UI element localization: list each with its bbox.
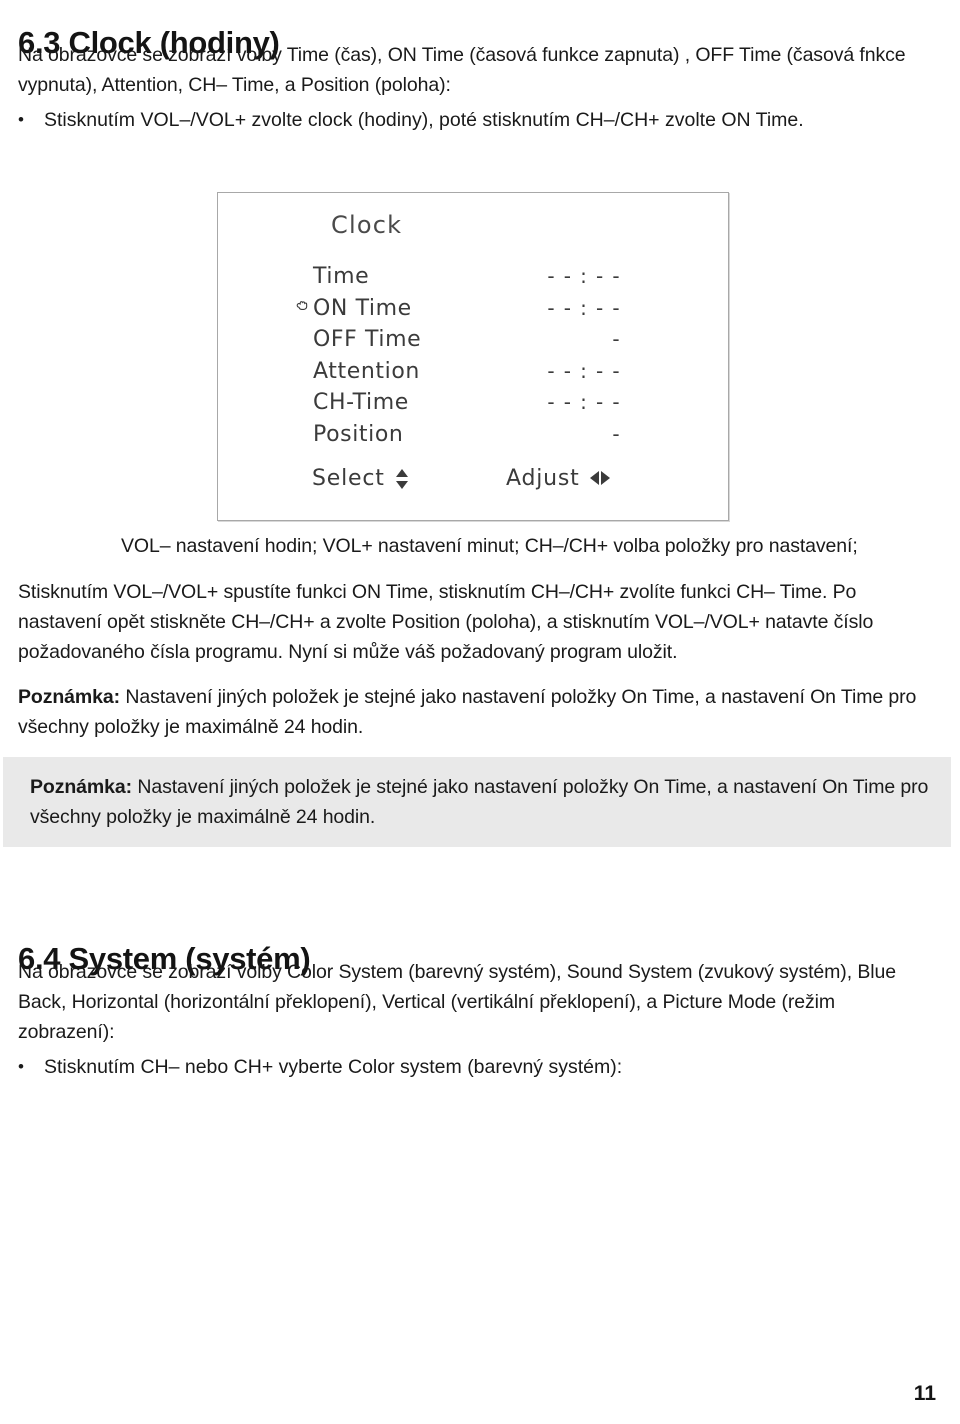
osd-row-on-time[interactable]: ON Time - - : - - [218,293,728,325]
osd-caption-text: VOL– nastavení hodin; VOL+ nastavení min… [121,535,858,557]
section-6-3-intro-text: Na obrazovce se zobrazí volby Time (čas)… [18,44,906,96]
osd-value-ch-time: - - : - - [547,390,621,414]
osd-select-label: Select [312,466,385,491]
osd-label-time: Time [313,264,370,289]
up-down-arrows-icon [394,468,411,490]
osd-menu-list: Time - - : - - ON Time - - : - - OFF Tim… [218,261,728,450]
section-6-3-paragraph: Stisknutím VOL–/VOL+ spustíte funkci ON … [18,581,874,663]
osd-row-attention[interactable]: Attention - - : - - [218,356,728,388]
osd-row-off-time[interactable]: OFF Time - [218,324,728,356]
osd-label-on-time: ON Time [313,295,412,321]
osd-row-position[interactable]: Position - [218,419,728,451]
note-1-label: Poznámka: [18,686,121,708]
section-6-3-bullet-item: • Stisknutím VOL–/VOL+ zvolte clock (hod… [18,105,918,135]
note-2-text: Nastavení jiných položek je stejné jako … [30,776,929,828]
osd-label-attention: Attention [313,358,420,384]
osd-footer-hints: Select Adjust [218,466,728,496]
note-1-text: Nastavení jiných položek je stejné jako … [18,686,917,738]
note-2-label: Poznámka: [30,776,133,798]
osd-adjust-hint: Adjust [506,466,611,491]
osd-row-ch-time[interactable]: CH-Time - - : - - [218,387,728,419]
bullet-glyph: • [18,110,24,129]
pointer-hand-icon [295,298,311,314]
page-number: 11 [913,1382,936,1405]
osd-label-position: Position [313,421,404,447]
section-6-3-note-1: Poznámka: Nastavení jiných položek je st… [18,682,934,742]
section-6-3-bullet-text: Stisknutím VOL–/VOL+ zvolte clock (hodin… [44,109,804,131]
bullet-glyph: • [18,1057,24,1076]
osd-value-off-time: - [612,327,621,351]
osd-adjust-label: Adjust [506,466,580,491]
osd-value-position: - [612,421,621,446]
osd-value-time: - - : - - [547,264,621,288]
section-6-4-bullet-item: • Stisknutím CH– nebo CH+ vyberte Color … [18,1052,918,1082]
osd-panel-title: Clock [331,211,403,239]
osd-clock-panel: Clock Time - - : - - ON Time - - : - - O… [217,192,729,521]
osd-value-attention: - - : - - [547,358,621,383]
section-6-3-note-2: Poznámka: Nastavení jiných položek je st… [30,772,938,832]
left-right-arrows-icon [589,470,611,487]
section-6-4-bullet-text: Stisknutím CH– nebo CH+ vyberte Color sy… [44,1056,623,1078]
osd-row-time[interactable]: Time - - : - - [218,261,728,293]
osd-label-ch-time: CH-Time [313,390,409,415]
osd-select-hint: Select [312,466,411,491]
document-page: 6.3 Clock (hodiny) Na obrazovce se zobra… [0,0,960,1424]
osd-label-off-time: OFF Time [313,327,422,352]
section-6-4-intro-text: Na obrazovce se zobrazí volby Color Syst… [18,961,896,1043]
osd-value-on-time: - - : - - [547,295,621,320]
